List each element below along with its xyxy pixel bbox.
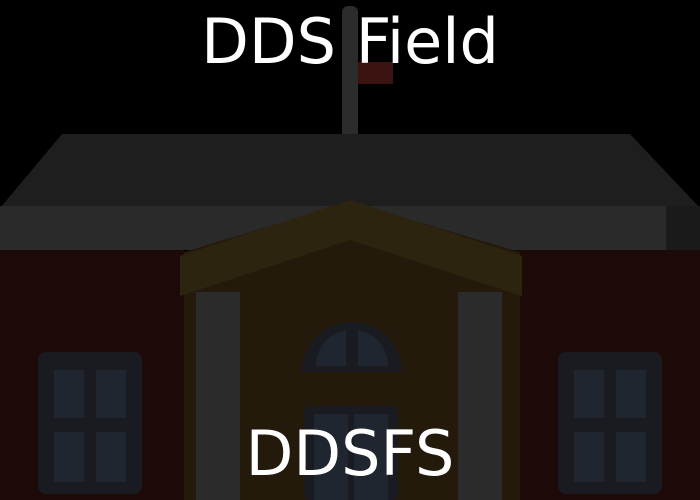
meme-image: DDS Field DDSFS [0, 0, 700, 500]
top-caption: DDS Field [201, 5, 499, 78]
roof [0, 134, 700, 208]
bottom-caption: DDSFS [245, 417, 455, 490]
